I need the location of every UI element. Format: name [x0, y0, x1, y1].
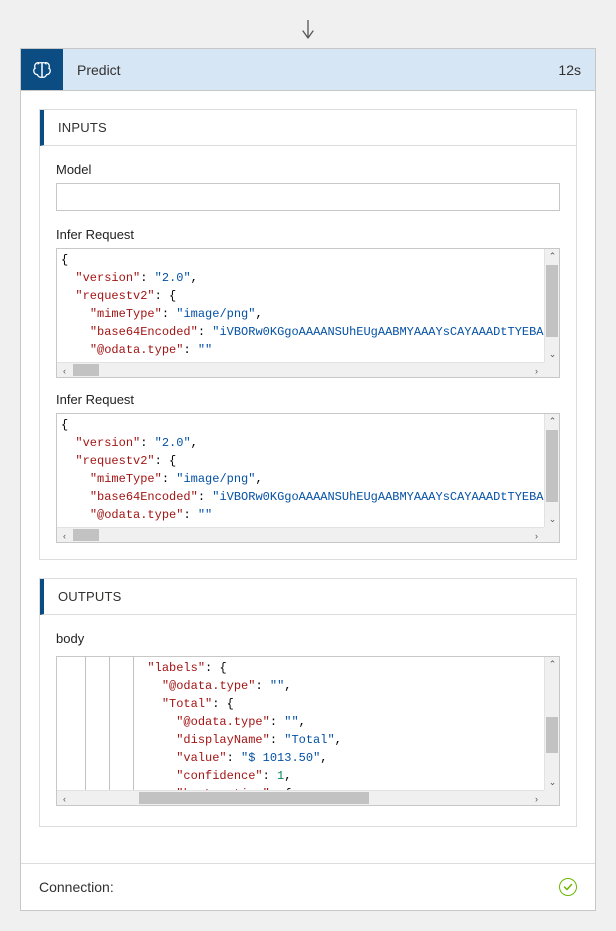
scroll-thumb[interactable] — [73, 529, 99, 541]
scrollbar-vertical[interactable]: ⌃ ⌄ — [544, 657, 559, 790]
scroll-down-icon[interactable]: ⌄ — [545, 347, 560, 362]
fold-guide — [133, 657, 134, 790]
scroll-down-icon[interactable]: ⌄ — [545, 775, 560, 790]
fold-guide — [109, 657, 110, 790]
scroll-right-icon[interactable]: › — [529, 528, 544, 543]
inputs-section: INPUTS Model Infer Request { "version": … — [39, 109, 577, 560]
predict-brain-icon — [21, 49, 63, 90]
scrollbar-horizontal[interactable]: ‹ › — [57, 362, 544, 377]
scroll-right-icon[interactable]: › — [529, 363, 544, 378]
scroll-thumb[interactable] — [546, 265, 558, 337]
scroll-left-icon[interactable]: ‹ — [57, 791, 72, 806]
card-title: Predict — [63, 49, 544, 90]
infer-request-1-label: Infer Request — [56, 227, 560, 242]
model-input[interactable] — [56, 183, 560, 211]
scroll-up-icon[interactable]: ⌃ — [545, 414, 560, 429]
infer-request-2-box[interactable]: { "version": "2.0", "requestv2": { "mime… — [56, 413, 560, 543]
action-card: Predict 12s INPUTS Model Infer Request {… — [20, 48, 596, 911]
inputs-heading: INPUTS — [40, 110, 576, 146]
scroll-thumb[interactable] — [546, 717, 558, 753]
body-label: body — [56, 631, 560, 646]
scroll-up-icon[interactable]: ⌃ — [545, 249, 560, 264]
scrollbar-horizontal[interactable]: ‹ › — [57, 790, 544, 805]
scroll-up-icon[interactable]: ⌃ — [545, 657, 560, 672]
scroll-corner — [544, 790, 559, 805]
scroll-left-icon[interactable]: ‹ — [57, 528, 72, 543]
connection-label: Connection: — [39, 879, 114, 895]
infer-request-2-json: { "version": "2.0", "requestv2": { "mime… — [57, 414, 559, 543]
scroll-corner — [544, 362, 559, 377]
scroll-thumb[interactable] — [73, 364, 99, 376]
flow-arrow-down — [20, 20, 596, 40]
scroll-thumb[interactable] — [139, 792, 369, 804]
output-body-box[interactable]: "labels": { "@odata.type": "", "Total": … — [56, 656, 560, 806]
fold-guide — [85, 657, 86, 790]
model-label: Model — [56, 162, 560, 177]
infer-request-1-box[interactable]: { "version": "2.0", "requestv2": { "mime… — [56, 248, 560, 378]
infer-request-1-json: { "version": "2.0", "requestv2": { "mime… — [57, 249, 559, 378]
scroll-left-icon[interactable]: ‹ — [57, 363, 72, 378]
connection-ok-icon — [559, 878, 577, 896]
card-footer: Connection: — [21, 863, 595, 910]
infer-request-2-label: Infer Request — [56, 392, 560, 407]
card-header[interactable]: Predict 12s — [21, 49, 595, 91]
scrollbar-vertical[interactable]: ⌃ ⌄ — [544, 414, 559, 527]
scroll-thumb[interactable] — [546, 430, 558, 502]
scrollbar-vertical[interactable]: ⌃ ⌄ — [544, 249, 559, 362]
scrollbar-horizontal[interactable]: ‹ › — [57, 527, 544, 542]
scroll-corner — [544, 527, 559, 542]
scroll-down-icon[interactable]: ⌄ — [545, 512, 560, 527]
scroll-right-icon[interactable]: › — [529, 791, 544, 806]
outputs-heading: OUTPUTS — [40, 579, 576, 615]
arrow-down-icon — [301, 20, 315, 40]
outputs-section: OUTPUTS body "labels": { "@odata.type": … — [39, 578, 577, 827]
card-duration: 12s — [544, 49, 595, 90]
